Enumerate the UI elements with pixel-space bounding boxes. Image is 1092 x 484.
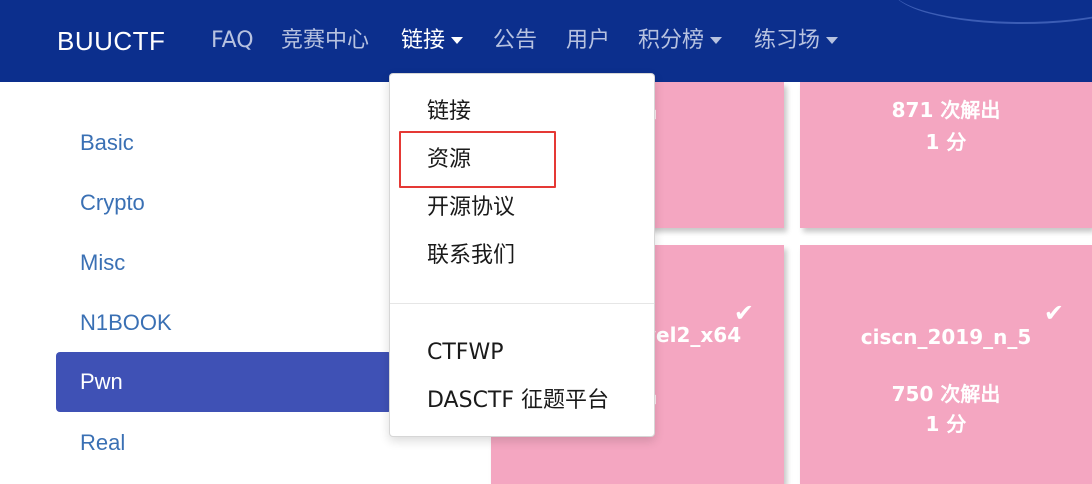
brand-logo[interactable]: BUUCTF — [57, 24, 165, 58]
dropdown-item-open-source-license[interactable]: 开源协议 — [427, 190, 515, 226]
nav-item-announcements[interactable]: 公告 — [493, 24, 537, 58]
links-dropdown-menu: 链接 资源 开源协议 联系我们 CTFWP DASCTF 征题平台 — [389, 73, 655, 437]
checkmark-icon: ✔ — [1043, 299, 1064, 327]
sidebar-item-real[interactable]: Real — [56, 413, 392, 473]
nav-item-label: FAQ — [211, 28, 254, 53]
nav-item-label: 积分榜 — [638, 28, 705, 53]
card-solves: 871 次解出 — [891, 98, 1001, 122]
dropdown-divider — [390, 303, 654, 304]
card-solves: 750 次解出 — [891, 382, 1001, 406]
nav-item-users[interactable]: 用户 — [566, 24, 610, 58]
sidebar-item-pwn[interactable]: Pwn — [56, 352, 392, 412]
nav-item-label: 用户 — [566, 28, 611, 53]
nav-item-links[interactable]: 链接 — [401, 24, 464, 58]
sidebar-item-basic[interactable]: Basic — [56, 113, 392, 173]
nav-item-label: 链接 — [401, 28, 446, 53]
nav-item-label: 竞赛中心 — [281, 28, 370, 53]
dropdown-item-contact-us[interactable]: 联系我们 — [427, 238, 515, 274]
caret-down-icon — [826, 36, 839, 44]
nav-item-scoreboard[interactable]: 积分榜 — [638, 24, 723, 58]
dropdown-item-links[interactable]: 链接 — [427, 94, 471, 130]
caret-down-icon — [710, 36, 723, 44]
card-points: 1 分 — [925, 130, 967, 154]
sidebar-item-misc[interactable]: Misc — [56, 233, 392, 293]
card-title: ciscn_2019_n_5 — [860, 325, 1032, 349]
dropdown-item-ctfwp[interactable]: CTFWP — [427, 335, 503, 371]
nav-item-label: 公告 — [493, 28, 538, 53]
nav-item-practice[interactable]: 练习场 — [754, 24, 839, 58]
top-navbar: BUUCTF FAQ 竞赛中心 链接 公告 用户 积分榜 练习场 — [0, 0, 1092, 82]
nav-item-faq[interactable]: FAQ — [211, 24, 254, 58]
card-points: 1 分 — [925, 412, 967, 436]
challenge-card[interactable]: ✔ ciscn_2019_n_5 750 次解出 1 分 — [800, 245, 1092, 484]
nav-item-label: 练习场 — [754, 28, 821, 53]
sidebar-item-crypto[interactable]: Crypto — [56, 173, 392, 233]
sidebar-item-n1book[interactable]: N1BOOK — [56, 293, 392, 353]
caret-down-icon — [451, 36, 464, 44]
highlight-annotation-box — [399, 131, 556, 188]
challenge-card[interactable]: 871 次解出 1 分 — [800, 82, 1092, 228]
navbar-decoration — [892, 0, 1092, 24]
nav-item-competition-center[interactable]: 竞赛中心 — [281, 24, 369, 58]
dropdown-item-dasctf-platform[interactable]: DASCTF 征题平台 — [427, 383, 609, 419]
